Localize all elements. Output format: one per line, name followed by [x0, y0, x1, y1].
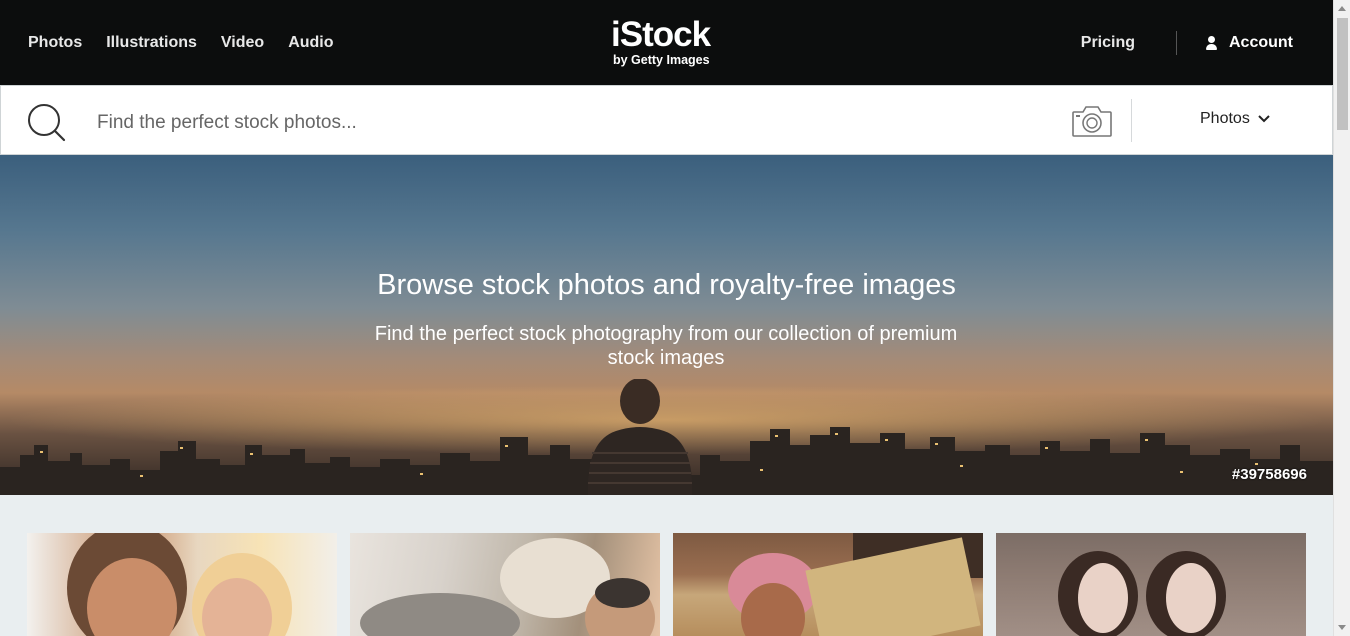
search-icon[interactable]: [27, 103, 67, 143]
nav-divider: [1176, 30, 1177, 55]
thumbnail-couple-kissing[interactable]: [27, 533, 337, 636]
search-input[interactable]: [97, 108, 1037, 138]
nav-right: Pricing Account: [1081, 0, 1293, 85]
account-label: Account: [1229, 33, 1293, 51]
media-type-value: Photos: [1200, 110, 1250, 127]
nav-link-video[interactable]: Video: [221, 34, 264, 52]
pricing-link[interactable]: Pricing: [1081, 34, 1135, 52]
nav-link-audio[interactable]: Audio: [288, 34, 333, 52]
account-button[interactable]: Account: [1205, 34, 1293, 52]
chevron-down-icon: [1258, 115, 1270, 123]
thumb-shape: [805, 537, 981, 636]
thumbnail-two-women-portrait[interactable]: [996, 533, 1306, 636]
search-divider: [1131, 99, 1132, 142]
thumb-shape: [1078, 563, 1128, 633]
hero-subtitle: Find the perfect stock photography from …: [374, 323, 958, 369]
thumb-shape: [1166, 563, 1216, 633]
media-type-nav: Photos Illustrations Video Audio: [28, 0, 334, 85]
hero-image-id-link[interactable]: #39758696: [1232, 466, 1307, 483]
thumbnail-woman-with-straw[interactable]: [673, 533, 983, 636]
scrollbar-thumb[interactable]: [1337, 18, 1348, 130]
camera-icon[interactable]: [1071, 104, 1113, 138]
top-nav: Photos Illustrations Video Audio iStock …: [0, 0, 1333, 85]
thumbnail-man-with-dog[interactable]: [350, 533, 660, 636]
scroll-down-arrow-icon[interactable]: [1338, 625, 1346, 630]
hero-title: Browse stock photos and royalty-free ima…: [377, 269, 956, 301]
media-type-select[interactable]: Photos: [1200, 110, 1270, 128]
thumb-shape: [360, 593, 520, 636]
nav-link-illustrations[interactable]: Illustrations: [106, 34, 197, 52]
nav-link-photos[interactable]: Photos: [28, 34, 82, 52]
user-icon: [1205, 35, 1219, 50]
thumb-shape: [595, 578, 650, 608]
scroll-up-arrow-icon[interactable]: [1338, 6, 1346, 11]
hero-banner: Browse stock photos and royalty-free ima…: [0, 155, 1333, 495]
search-bar: Photos: [0, 85, 1333, 155]
logo-sub-text: by Getty Images: [613, 53, 710, 67]
person-silhouette-image: [587, 379, 693, 495]
featured-images-grid: [27, 533, 1307, 636]
page-scrollbar[interactable]: [1333, 0, 1350, 636]
logo-main-text: iStock: [611, 15, 711, 54]
istock-logo[interactable]: iStock by Getty Images: [611, 17, 723, 69]
